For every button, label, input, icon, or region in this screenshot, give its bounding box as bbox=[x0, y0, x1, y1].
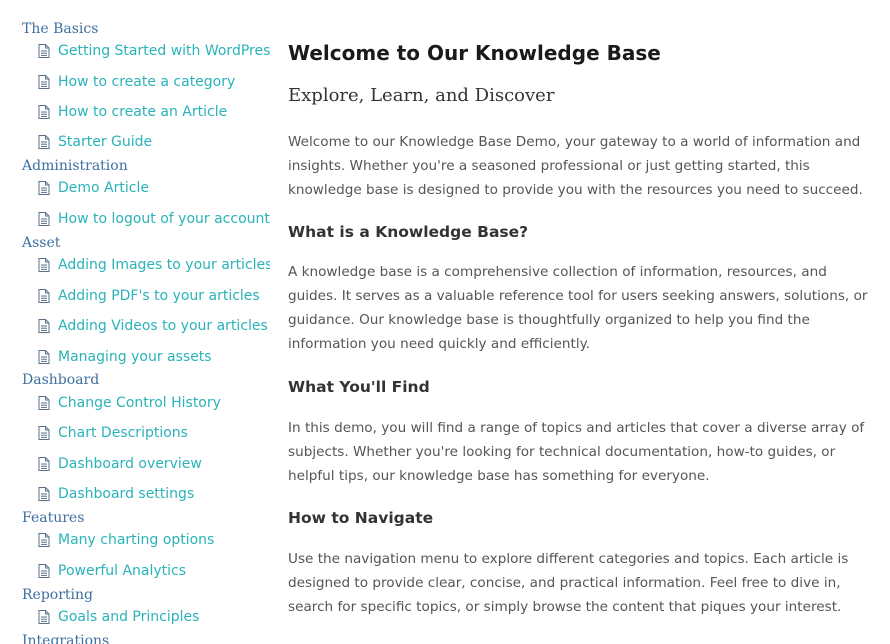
document-icon bbox=[38, 135, 50, 149]
sidebar-item-many-charting-options[interactable]: Many charting options bbox=[38, 530, 214, 550]
sidebar-item-adding-images[interactable]: Adding Images to your articles bbox=[38, 255, 270, 275]
sidebar-item-starter-guide[interactable]: Starter Guide bbox=[38, 132, 152, 152]
sidebar-item-label: How to create a category bbox=[58, 74, 236, 90]
sidebar-item-label: Many charting options bbox=[58, 532, 215, 548]
sidebar-item-getting-started-with-wordpress[interactable]: Getting Started with WordPress bbox=[38, 41, 270, 61]
sidebar-item-label: Dashboard overview bbox=[58, 456, 202, 472]
article-content: Welcome to Our Knowledge Base Explore, L… bbox=[288, 0, 880, 644]
section-heading-what-youll-find: What You'll Find bbox=[288, 378, 430, 396]
document-icon bbox=[38, 105, 50, 119]
document-icon bbox=[38, 396, 50, 410]
sidebar-item-label: Adding PDF's to your articles bbox=[58, 288, 260, 304]
document-icon bbox=[38, 181, 50, 195]
document-icon bbox=[38, 533, 50, 547]
category-the-basics[interactable]: The Basics bbox=[22, 20, 98, 38]
document-icon bbox=[38, 564, 50, 578]
sidebar-item-managing-assets[interactable]: Managing your assets bbox=[38, 347, 212, 367]
sidebar-item-how-to-create-a-category[interactable]: How to create a category bbox=[38, 72, 235, 92]
sidebar-item-dashboard-overview[interactable]: Dashboard overview bbox=[38, 454, 202, 474]
sidebar-item-demo-article[interactable]: Demo Article bbox=[38, 178, 149, 198]
sidebar-item-how-to-logout[interactable]: How to logout of your account bbox=[38, 209, 270, 229]
category-integrations[interactable]: Integrations bbox=[22, 632, 109, 644]
sidebar-item-dashboard-settings[interactable]: Dashboard settings bbox=[38, 484, 194, 504]
document-icon bbox=[38, 75, 50, 89]
sidebar-item-label: Change Control History bbox=[58, 395, 221, 411]
document-icon bbox=[38, 212, 50, 226]
sidebar-item-chart-descriptions[interactable]: Chart Descriptions bbox=[38, 423, 188, 443]
sidebar-item-label: Demo Article bbox=[58, 180, 149, 196]
sidebar-item-label: Goals and Principles bbox=[58, 609, 200, 625]
category-features[interactable]: Features bbox=[22, 509, 84, 527]
category-dashboard[interactable]: Dashboard bbox=[22, 371, 99, 389]
sidebar-item-how-to-create-an-article[interactable]: How to create an Article bbox=[38, 102, 227, 122]
document-icon bbox=[38, 44, 50, 58]
sidebar-item-label: Getting Started with WordPress bbox=[58, 43, 270, 59]
sidebar-nav: The Basics Getting Started with WordPres… bbox=[0, 0, 270, 644]
intro-paragraph: Welcome to our Knowledge Base Demo, your… bbox=[288, 134, 863, 198]
document-icon bbox=[38, 457, 50, 471]
sidebar-item-label: Chart Descriptions bbox=[58, 425, 188, 441]
document-icon bbox=[38, 350, 50, 364]
page-subtitle: Explore, Learn, and Discover bbox=[288, 85, 555, 106]
category-reporting[interactable]: Reporting bbox=[22, 586, 93, 604]
sidebar-item-label: Dashboard settings bbox=[58, 486, 195, 502]
sidebar-item-label: Powerful Analytics bbox=[58, 563, 187, 579]
sidebar-item-adding-pdfs[interactable]: Adding PDF's to your articles bbox=[38, 286, 260, 306]
sidebar-item-label: Managing your assets bbox=[58, 349, 212, 365]
sidebar-item-label: Adding Images to your articles bbox=[58, 257, 270, 273]
sidebar-item-label: Adding Videos to your articles bbox=[58, 318, 268, 334]
sidebar-item-label: Starter Guide bbox=[58, 134, 153, 150]
category-asset[interactable]: Asset bbox=[22, 234, 60, 252]
document-icon bbox=[38, 319, 50, 333]
document-icon bbox=[38, 289, 50, 303]
sidebar-item-goals-and-principles[interactable]: Goals and Principles bbox=[38, 607, 199, 627]
document-icon bbox=[38, 610, 50, 624]
document-icon bbox=[38, 258, 50, 272]
sidebar-item-change-control-history[interactable]: Change Control History bbox=[38, 393, 221, 413]
sidebar-item-powerful-analytics[interactable]: Powerful Analytics bbox=[38, 561, 186, 581]
section-heading-how-to-navigate: How to Navigate bbox=[288, 509, 434, 527]
sidebar-item-label: How to logout of your account bbox=[58, 211, 270, 227]
section-heading-what-is-kb: What is a Knowledge Base? bbox=[288, 223, 529, 241]
section-body-how-to-navigate: Use the navigation menu to explore diffe… bbox=[288, 551, 849, 615]
section-body-what-is-kb: A knowledge base is a comprehensive coll… bbox=[288, 264, 868, 352]
document-icon bbox=[38, 487, 50, 501]
sidebar-item-adding-videos[interactable]: Adding Videos to your articles bbox=[38, 316, 268, 336]
category-administration[interactable]: Administration bbox=[22, 157, 128, 175]
section-body-what-youll-find: In this demo, you will find a range of t… bbox=[288, 420, 865, 484]
page-title: Welcome to Our Knowledge Base bbox=[288, 41, 661, 65]
document-icon bbox=[38, 426, 50, 440]
sidebar-item-label: How to create an Article bbox=[58, 104, 228, 120]
